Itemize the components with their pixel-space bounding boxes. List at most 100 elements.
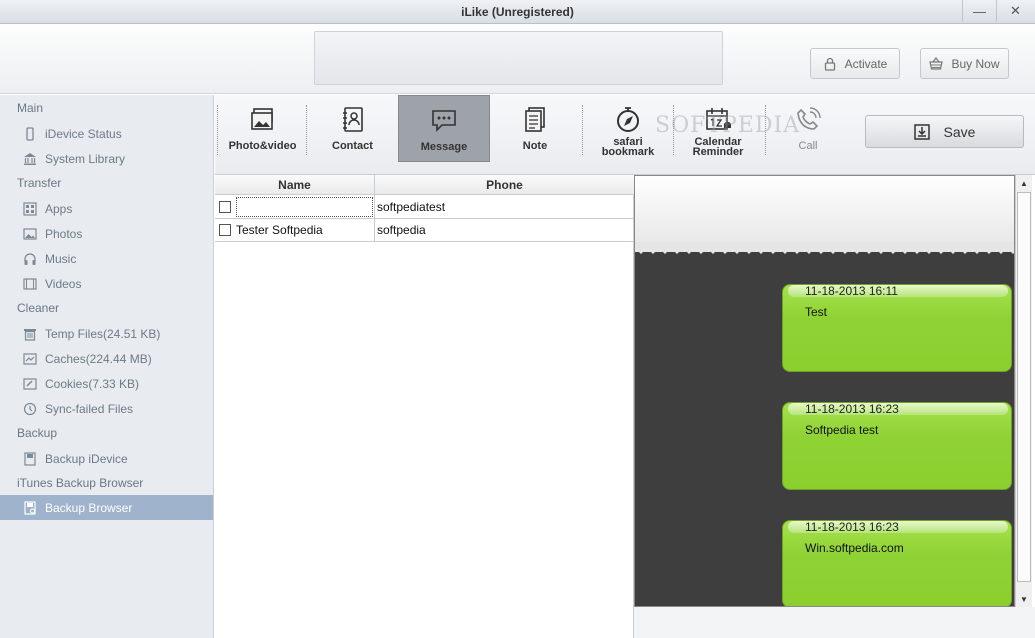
scroll-down-icon[interactable]: ▼ xyxy=(1016,591,1032,607)
row-checkbox[interactable] xyxy=(219,201,231,213)
sidebar-item-label: Backup Browser xyxy=(45,500,133,515)
trash-icon xyxy=(23,327,37,341)
phone-cell: softpediatest xyxy=(377,200,446,214)
tab-label: Note xyxy=(522,140,548,152)
close-button[interactable]: ✕ xyxy=(996,0,1034,22)
phone-cell: softpedia xyxy=(377,223,426,237)
message-bubble-icon xyxy=(430,106,458,136)
sidebar-item-label: System Library xyxy=(45,151,126,166)
column-header-phone[interactable]: Phone xyxy=(375,178,634,192)
separator xyxy=(217,105,218,155)
buy-now-button[interactable]: Buy Now xyxy=(920,48,1009,79)
tab-message[interactable]: Message xyxy=(398,95,490,162)
sidebar-item-label: Videos xyxy=(45,276,82,291)
film-icon xyxy=(23,277,37,291)
preview-footer xyxy=(634,607,1035,638)
close-icon: ✕ xyxy=(1010,3,1021,18)
row-checkbox[interactable] xyxy=(219,224,231,236)
sidebar-item-label: iDevice Status xyxy=(45,126,122,141)
basket-icon xyxy=(929,56,944,70)
activate-label: Activate xyxy=(844,56,888,71)
sidebar-item-label: Photos xyxy=(45,226,83,241)
sidebar-item-label: Backup iDevice xyxy=(45,451,128,466)
sync-icon xyxy=(23,402,37,416)
buy-now-label: Buy Now xyxy=(951,56,1000,71)
separator xyxy=(306,105,307,155)
minimize-button[interactable]: — xyxy=(962,0,996,22)
disk-icon xyxy=(23,451,37,466)
message-timestamp: 11-18-2013 16:23 xyxy=(788,403,1008,415)
section-transfer: Transfer xyxy=(17,176,62,190)
name-cell: Tester Softpedia xyxy=(236,223,323,237)
column-divider xyxy=(374,175,375,241)
message-bubble: 11-18-2013 16:23 Softpedia test xyxy=(782,402,1012,490)
sidebar-item-system-library[interactable]: System Library xyxy=(0,146,213,171)
scroll-thumb[interactable] xyxy=(1017,192,1031,582)
device-panel xyxy=(314,31,723,85)
sidebar-item-backup-idevice[interactable]: Backup iDevice xyxy=(0,446,213,471)
message-text: Test xyxy=(805,305,828,319)
activate-button[interactable]: Activate xyxy=(810,48,900,79)
minimize-icon: — xyxy=(973,3,986,19)
headphones-icon xyxy=(23,252,37,266)
save-button[interactable]: Save xyxy=(865,115,1024,148)
photo-icon xyxy=(23,227,37,241)
photo-video-icon xyxy=(249,105,277,135)
sidebar-item-label: Caches(224.44 MB) xyxy=(45,351,152,366)
message-timestamp: 11-18-2013 16:23 xyxy=(788,521,1008,533)
window-title: iLike (Unregistered) xyxy=(461,5,574,19)
sidebar-item-cookies[interactable]: Cookies(7.33 KB) xyxy=(0,371,213,396)
library-icon xyxy=(23,152,37,166)
cookie-icon xyxy=(23,377,37,391)
sidebar-item-backup-browser[interactable]: Backup Browser xyxy=(0,495,213,520)
sidebar-item-sync-failed-files[interactable]: Sync-failed Files xyxy=(0,396,213,421)
message-preview-pane: 11-18-2013 16:11 Test 11-18-2013 16:23 S… xyxy=(634,175,1015,607)
scroll-up-icon[interactable]: ▲ xyxy=(1016,175,1032,191)
tab-label: Contact xyxy=(332,140,373,152)
sidebar: Main iDevice Status System Library Trans… xyxy=(0,95,214,638)
message-timestamp: 11-18-2013 16:11 xyxy=(788,285,1008,297)
section-backup: Backup xyxy=(17,426,58,440)
sidebar-item-apps[interactable]: Apps xyxy=(0,196,213,221)
phone-icon xyxy=(23,126,37,141)
message-bubble: 11-18-2013 16:11 Test xyxy=(782,284,1012,372)
sidebar-item-music[interactable]: Music xyxy=(0,246,213,271)
tab-contact[interactable]: Contact xyxy=(318,95,387,161)
sidebar-item-label: Sync-failed Files xyxy=(45,401,134,416)
preview-scrollbar[interactable]: ▲ ▼ xyxy=(1015,175,1032,607)
section-itunes-backup-browser: iTunes Backup Browser xyxy=(17,476,144,490)
sidebar-item-label: Temp Files(24.51 KB) xyxy=(45,326,161,341)
sidebar-item-caches[interactable]: Caches(224.44 MB) xyxy=(0,346,213,371)
apps-icon xyxy=(23,201,37,216)
save-download-icon xyxy=(913,123,930,140)
title-bar: iLike (Unregistered) — ✕ xyxy=(0,0,1035,24)
message-text: Win.softpedia.com xyxy=(805,541,904,555)
tab-label: Call xyxy=(798,140,818,152)
tab-safari-bookmark[interactable]: safari bookmark xyxy=(593,95,663,161)
safari-compass-icon xyxy=(614,105,642,135)
tab-label: Message xyxy=(420,141,468,153)
tab-photo-video[interactable]: Photo&video xyxy=(225,95,300,161)
name-cell[interactable] xyxy=(236,197,373,217)
save-label: Save xyxy=(943,123,976,140)
table-row[interactable]: Tester Softpedia softpedia xyxy=(215,219,634,242)
tab-label-line2: bookmark xyxy=(601,146,655,158)
section-main: Main xyxy=(17,101,44,115)
sidebar-item-videos[interactable]: Videos xyxy=(0,271,213,296)
table-header: Name Phone xyxy=(215,175,634,195)
sidebar-item-photos[interactable]: Photos xyxy=(0,221,213,246)
separator xyxy=(582,105,583,155)
message-text: Softpedia test xyxy=(805,423,879,437)
torn-edge xyxy=(635,242,1014,254)
sidebar-item-temp-files[interactable]: Temp Files(24.51 KB) xyxy=(0,321,213,346)
header: Activate Buy Now xyxy=(0,24,1035,94)
sidebar-item-label: Apps xyxy=(45,201,73,216)
table-row[interactable]: softpediatest xyxy=(215,196,634,219)
sidebar-item-idevice-status[interactable]: iDevice Status xyxy=(0,121,213,146)
tab-note[interactable]: Note xyxy=(498,95,572,161)
sidebar-item-label: Cookies(7.33 KB) xyxy=(45,376,140,391)
message-contacts-table: Name Phone softpediatest Tester Softpedi… xyxy=(215,175,634,638)
category-toolbar: Photo&video Contact Message Note safari … xyxy=(215,95,1035,175)
softpedia-watermark: SOFTPEDIA xyxy=(655,113,801,138)
column-header-name[interactable]: Name xyxy=(215,178,374,192)
